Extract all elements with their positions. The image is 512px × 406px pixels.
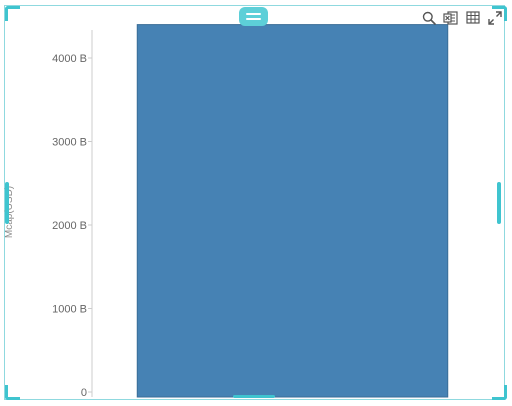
drag-handle[interactable]	[239, 7, 268, 26]
expand-icon	[487, 10, 502, 25]
expand-button[interactable]	[486, 9, 503, 26]
drag-handle-line	[246, 13, 261, 15]
chart-toolbar	[420, 9, 503, 26]
resize-handle-bottom[interactable]	[233, 395, 275, 398]
y-tick-label: 2000 B	[52, 220, 87, 232]
search-icon	[422, 11, 436, 25]
export-excel-icon	[443, 10, 458, 25]
export-excel-button[interactable]	[442, 9, 459, 26]
search-button[interactable]	[420, 9, 437, 26]
y-tick-label: 4000 B	[52, 53, 87, 65]
y-tick-label: 3000 B	[52, 137, 87, 149]
y-tick-label: 0	[81, 387, 87, 399]
bar	[136, 24, 449, 398]
table-view-icon	[465, 11, 480, 24]
bar-chart: 01000 B2000 B3000 B4000 BMcap(USD)	[4, 24, 449, 399]
resize-handle-right[interactable]	[497, 182, 501, 224]
resize-handle-left[interactable]	[5, 182, 9, 224]
y-tick-label: 1000 B	[52, 304, 87, 316]
drag-handle-line	[246, 18, 261, 20]
table-view-button[interactable]	[464, 9, 481, 26]
